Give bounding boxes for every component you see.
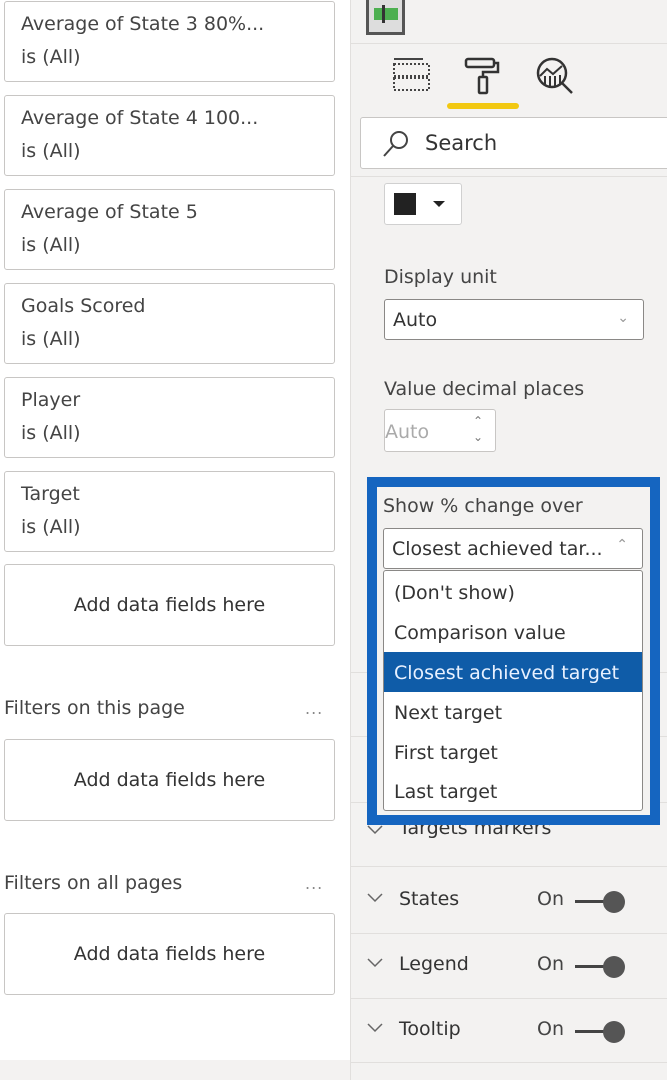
- toggle-state: On: [537, 953, 564, 975]
- section-tooltip[interactable]: Tooltip On: [351, 1000, 667, 1064]
- display-unit-select[interactable]: Auto ⌄: [384, 299, 644, 340]
- chevron-down-icon: [367, 893, 383, 903]
- chevron-down-icon: [367, 958, 383, 968]
- filter-card[interactable]: Average of State 5 is (All): [4, 189, 335, 270]
- toggle-state: On: [537, 1018, 564, 1040]
- add-report-filter-dropzone[interactable]: Add data fields here: [4, 913, 335, 995]
- increment-icon[interactable]: ⌃: [473, 414, 483, 428]
- visual-type-icon[interactable]: [366, 0, 405, 35]
- option-last-target[interactable]: Last target: [384, 771, 642, 811]
- filter-condition: is (All): [21, 516, 81, 538]
- color-swatch: [394, 193, 416, 215]
- filter-condition: is (All): [21, 422, 81, 444]
- dropzone-label: Add data fields here: [73, 594, 266, 616]
- display-unit-value: Auto: [393, 309, 438, 331]
- percent-change-options: (Don't show) Comparison value Closest ac…: [383, 570, 643, 811]
- chevron-up-icon: ⌃: [616, 537, 628, 553]
- paint-roller-icon[interactable]: [464, 56, 504, 96]
- decrement-icon[interactable]: ⌄: [473, 430, 483, 444]
- divider: [351, 1062, 667, 1063]
- filter-field-name: Target: [21, 483, 80, 505]
- filter-card[interactable]: Average of State 3 80%... is (All): [4, 1, 335, 82]
- filter-card[interactable]: Player is (All): [4, 377, 335, 458]
- option-comparison-value[interactable]: Comparison value: [384, 612, 642, 652]
- filter-condition: is (All): [21, 46, 81, 68]
- search-placeholder: Search: [425, 131, 498, 155]
- filter-field-name: Player: [21, 389, 81, 411]
- section-name: Tooltip: [399, 1018, 461, 1040]
- toggle-state: On: [537, 888, 564, 910]
- filter-card[interactable]: Goals Scored is (All): [4, 283, 335, 364]
- page-filters-more-button[interactable]: ...: [305, 699, 323, 718]
- filter-card[interactable]: Average of State 4 100... is (All): [4, 95, 335, 176]
- section-name: States: [399, 888, 460, 910]
- filters-pane: Average of State 3 80%... is (All) Avera…: [0, 0, 350, 1080]
- filter-field-name: Goals Scored: [21, 295, 146, 317]
- percent-change-select[interactable]: Closest achieved tar... ⌃: [383, 528, 643, 569]
- chevron-down-icon: [367, 1023, 383, 1033]
- option-first-target[interactable]: First target: [384, 732, 642, 772]
- percent-change-value: Closest achieved tar...: [392, 538, 603, 560]
- section-states[interactable]: States On: [351, 870, 667, 934]
- option-closest-achieved-target[interactable]: Closest achieved target: [384, 652, 642, 692]
- section-name: Legend: [399, 953, 469, 975]
- filters-on-all-pages-heading: Filters on all pages: [4, 872, 183, 894]
- option-next-target[interactable]: Next target: [384, 692, 642, 732]
- analytics-icon[interactable]: [535, 56, 577, 98]
- divider: [351, 933, 667, 934]
- chevron-down-icon: ⌄: [617, 310, 629, 326]
- pane-footer: [0, 1060, 350, 1080]
- decimal-places-stepper[interactable]: Auto ⌃ ⌄: [384, 409, 496, 452]
- fields-icon[interactable]: [391, 56, 431, 96]
- dropzone-label: Add data fields here: [73, 769, 266, 791]
- section-legend[interactable]: Legend On: [351, 935, 667, 999]
- decimal-places-label: Value decimal places: [384, 378, 585, 400]
- search-input[interactable]: Search: [360, 117, 667, 169]
- decimal-places-value: Auto: [385, 421, 430, 443]
- filters-on-this-page-heading: Filters on this page: [4, 697, 185, 719]
- search-icon: [383, 131, 408, 157]
- filter-condition: is (All): [21, 328, 81, 350]
- percent-change-label: Show % change over: [383, 495, 583, 517]
- dropzone-label: Add data fields here: [73, 943, 266, 965]
- caret-down-icon: [433, 201, 445, 207]
- filter-field-name: Average of State 5: [21, 201, 198, 223]
- active-tab-indicator: [447, 103, 519, 109]
- add-page-filter-dropzone[interactable]: Add data fields here: [4, 739, 335, 821]
- divider: [351, 176, 667, 177]
- display-unit-label: Display unit: [384, 266, 497, 288]
- filter-field-name: Average of State 4 100...: [21, 107, 259, 129]
- all-pages-filters-more-button[interactable]: ...: [305, 874, 323, 893]
- filter-field-name: Average of State 3 80%...: [21, 13, 265, 35]
- filter-condition: is (All): [21, 140, 81, 162]
- option-dont-show[interactable]: (Don't show): [384, 572, 642, 612]
- divider: [351, 43, 667, 44]
- font-color-picker[interactable]: [384, 183, 462, 225]
- divider: [351, 866, 667, 867]
- divider: [351, 998, 667, 999]
- filter-condition: is (All): [21, 234, 81, 256]
- add-visual-filter-dropzone[interactable]: Add data fields here: [4, 564, 335, 646]
- filter-card[interactable]: Target is (All): [4, 471, 335, 552]
